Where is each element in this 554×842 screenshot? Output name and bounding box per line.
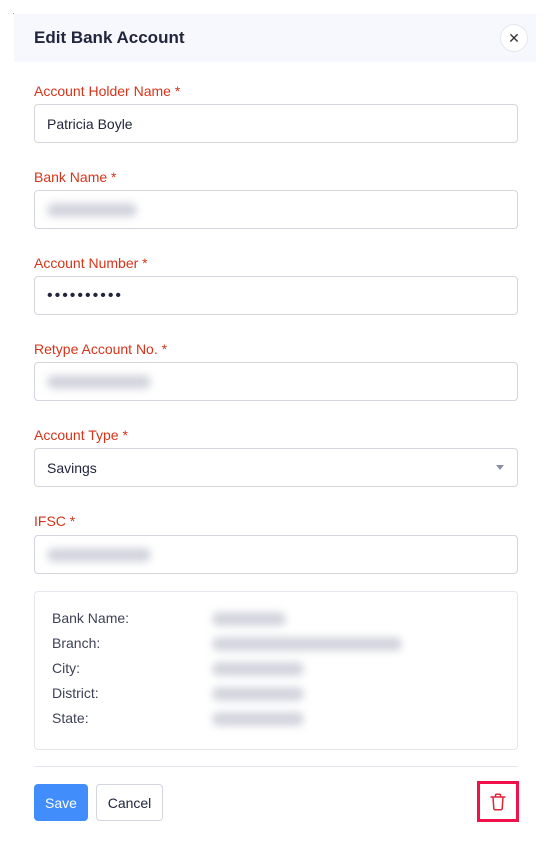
account-holder-label: Account Holder Name * — [34, 83, 181, 99]
info-bank-name-label: Bank Name: — [52, 610, 130, 626]
retype-account-label: Retype Account No. * — [34, 341, 168, 357]
close-icon: ✕ — [508, 29, 520, 46]
ifsc-input[interactable] — [34, 535, 518, 574]
dialog-header: Edit Bank Account ✕ — [14, 14, 536, 62]
save-button[interactable]: Save — [34, 784, 88, 821]
ifsc-redacted — [47, 547, 151, 562]
info-branch-value — [212, 637, 402, 651]
info-city-label: City: — [52, 660, 80, 676]
bank-name-label: Bank Name * — [34, 169, 117, 185]
account-number-value: •••••••••• — [47, 286, 124, 304]
info-city-value — [212, 662, 304, 676]
info-state-label: State: — [52, 710, 89, 726]
info-district-row: District: — [52, 685, 304, 701]
footer-divider — [34, 766, 518, 767]
bank-name-input[interactable] — [34, 190, 518, 229]
info-state-row: State: — [52, 710, 304, 726]
info-branch-label: Branch: — [52, 635, 101, 651]
account-holder-value: Patricia Boyle — [47, 115, 133, 132]
close-button[interactable]: ✕ — [500, 24, 528, 52]
bank-details-box: Bank Name: Branch: City: District: State… — [34, 591, 518, 750]
retype-account-input[interactable] — [34, 362, 518, 401]
trash-icon — [490, 792, 506, 811]
cancel-button[interactable]: Cancel — [96, 784, 163, 821]
info-district-value — [212, 687, 304, 701]
dialog-title: Edit Bank Account — [34, 28, 185, 47]
info-bank-name-value — [212, 612, 286, 626]
account-type-select[interactable]: Savings — [34, 448, 518, 487]
ifsc-field: IFSC * — [34, 512, 518, 574]
dropdown-caret-icon — [496, 465, 504, 470]
delete-button[interactable] — [477, 781, 519, 822]
retype-account-redacted — [47, 374, 151, 389]
account-holder-input[interactable]: Patricia Boyle — [34, 104, 518, 143]
account-number-input[interactable]: •••••••••• — [34, 276, 518, 315]
info-branch-row: Branch: — [52, 635, 402, 651]
account-number-field: Account Number * •••••••••• — [34, 254, 518, 315]
info-city-row: City: — [52, 660, 304, 676]
edit-bank-account-dialog: Edit Bank Account ✕ Account Holder Name … — [14, 14, 536, 842]
bank-name-field: Bank Name * — [34, 168, 518, 229]
account-type-label: Account Type * — [34, 427, 128, 443]
info-state-value — [212, 712, 304, 726]
account-type-field: Account Type * Savings — [34, 426, 518, 487]
account-holder-field: Account Holder Name * Patricia Boyle — [34, 82, 518, 143]
retype-account-field: Retype Account No. * — [34, 340, 518, 401]
account-type-value: Savings — [47, 459, 97, 476]
info-bank-name-row: Bank Name: — [52, 610, 286, 626]
bank-name-redacted — [47, 202, 137, 217]
info-district-label: District: — [52, 685, 99, 701]
ifsc-label: IFSC * — [34, 513, 76, 529]
account-number-label: Account Number * — [34, 255, 148, 271]
